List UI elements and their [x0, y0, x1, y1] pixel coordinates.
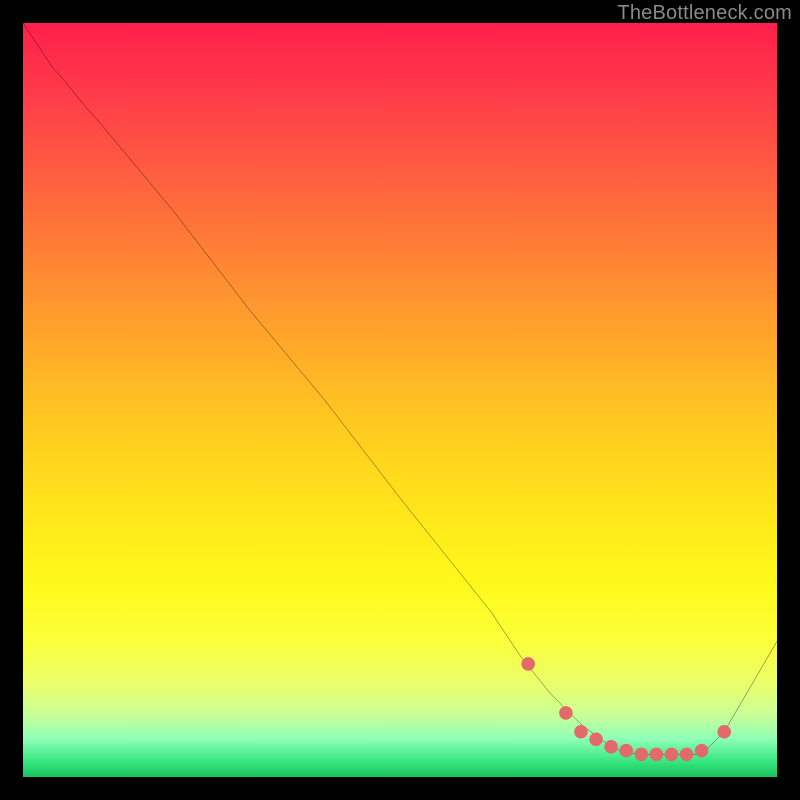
curve-layer: [23, 23, 777, 777]
marker-dot: [521, 657, 535, 671]
marker-dot: [619, 744, 633, 758]
marker-dot: [634, 748, 648, 762]
marker-dot: [559, 706, 573, 720]
plot-area: [23, 23, 777, 777]
marker-dot: [717, 725, 731, 739]
marker-dot: [650, 748, 664, 762]
marker-dot: [589, 733, 603, 747]
marker-dot: [680, 748, 694, 762]
marker-dot: [604, 740, 618, 754]
watermark-text: TheBottleneck.com: [617, 2, 792, 25]
marker-dot: [695, 744, 709, 758]
marker-dot: [665, 748, 679, 762]
main-curve: [23, 23, 777, 754]
marker-group: [521, 657, 731, 761]
marker-dot: [574, 725, 588, 739]
chart-stage: TheBottleneck.com: [0, 0, 800, 800]
